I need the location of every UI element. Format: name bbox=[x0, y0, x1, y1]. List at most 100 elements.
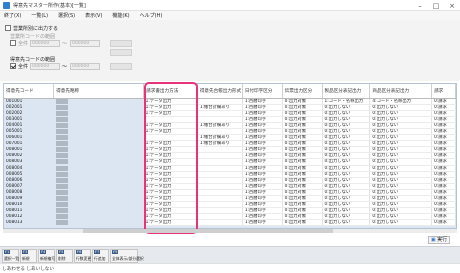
slip-output-cell[interactable]: 0:出力対象 bbox=[282, 219, 323, 227]
redacted-name bbox=[55, 189, 68, 195]
customer-code-cell[interactable]: 008013 bbox=[4, 219, 54, 226]
business-office-checkbox[interactable] bbox=[5, 25, 11, 31]
fkey-key-label: F6 bbox=[76, 250, 83, 254]
customer-all-checkbox[interactable] bbox=[10, 63, 16, 69]
redacted-name bbox=[55, 104, 68, 110]
fkey-f6[interactable]: F6 行数変更 bbox=[74, 249, 91, 263]
menu-help[interactable]: ヘルプ(H) bbox=[140, 12, 163, 19]
redacted-name bbox=[55, 165, 68, 171]
fkey-text: 行数変更 bbox=[76, 256, 92, 261]
office-search-button[interactable] bbox=[110, 40, 132, 47]
business-office-label: 営業所別に出力する bbox=[13, 26, 59, 32]
col-product-notation[interactable]: 製品区分表記出力 bbox=[322, 84, 371, 99]
menu-function[interactable]: 機能(K) bbox=[112, 12, 129, 19]
function-key-bar: F1 選択一覧 F3 新規 F4 新規複写 F5 削除 F6 行数変更 F7 行追加 F9 全体表示/部分… bbox=[0, 246, 460, 263]
run-button-label: 実行 bbox=[437, 237, 448, 243]
col-customer-code[interactable]: 得意先コード bbox=[4, 84, 55, 99]
grid-table: 得意先コード 得意先略称 請求書出力方法 得意先台帳出力形式 日付印字区分 伝票… bbox=[4, 84, 456, 227]
menu-select[interactable]: 選択(S) bbox=[58, 12, 75, 19]
fkey-f1[interactable]: F1 選択一覧 bbox=[2, 249, 19, 263]
redacted-name bbox=[55, 116, 68, 122]
customer-grid: 得意先コード 得意先略称 請求書出力方法 得意先台帳出力形式 日付印字区分 伝票… bbox=[3, 83, 457, 229]
office-to-field[interactable]: 000000 bbox=[70, 40, 100, 47]
office-all-label: 全件 bbox=[18, 41, 29, 47]
app-icon bbox=[3, 2, 10, 9]
ledger-format-cell[interactable] bbox=[197, 219, 243, 227]
title-bar: 得意先マスター所作(基本)[一覧] – □ × bbox=[0, 0, 460, 11]
close-icon[interactable]: × bbox=[444, 0, 460, 11]
fkey-text: 新規複写 bbox=[40, 256, 56, 261]
range-separator: ～ bbox=[62, 41, 68, 47]
filter-panel: 営業所別に出力する 営業所コードの範囲 全件 000000 ～ 000000 得… bbox=[0, 20, 460, 81]
redacted-name bbox=[55, 141, 68, 147]
menu-bar: 終了(X) 一覧(L) 選択(S) 表示(V) 機能(K) ヘルプ(H) bbox=[0, 11, 460, 20]
maximize-icon[interactable]: □ bbox=[428, 0, 444, 11]
fkey-f3[interactable]: F3 新規 bbox=[20, 249, 37, 263]
redacted-name bbox=[55, 208, 68, 214]
customer-name-cell[interactable] bbox=[53, 219, 144, 226]
fkey-key-label: F5 bbox=[58, 250, 65, 254]
col-ledger-format[interactable]: 得意先台帳出力形式 bbox=[197, 84, 243, 99]
customer-range-label: 得意先コードの範囲 bbox=[10, 57, 56, 63]
goods-notation-cell[interactable]: 0:出力しない bbox=[369, 219, 433, 227]
menu-list[interactable]: 一覧(L) bbox=[31, 12, 48, 19]
run-button[interactable]: ▣ 実行 bbox=[428, 236, 450, 244]
fkey-f4[interactable]: F4 新規複写 bbox=[38, 249, 55, 263]
fkey-text: 新規 bbox=[22, 256, 30, 261]
grid-header-row: 得意先コード 得意先略称 請求書出力方法 得意先台帳出力形式 日付印字区分 伝票… bbox=[4, 84, 456, 99]
highlight-frame bbox=[144, 82, 198, 234]
window-title: 得意先マスター所作(基本)[一覧] bbox=[13, 3, 86, 9]
col-customer-name[interactable]: 得意先略称 bbox=[53, 84, 145, 99]
date-print-cell[interactable]: 1:西暦印字 bbox=[242, 219, 283, 227]
fkey-text: 全体表示/部分選択 bbox=[112, 256, 144, 261]
run-icon: ▣ bbox=[430, 237, 436, 243]
redacted-name bbox=[55, 98, 68, 104]
fkey-key-label: F1 bbox=[4, 250, 11, 254]
customer-from-field[interactable]: 000000 bbox=[30, 63, 60, 70]
col-goods-notation[interactable]: 商品区分表記出力 bbox=[369, 84, 433, 99]
col-billing[interactable]: 請求 bbox=[431, 84, 456, 99]
horizontal-scrollbar[interactable] bbox=[3, 229, 457, 233]
office-from-field[interactable]: 000000 bbox=[30, 40, 60, 47]
menu-exit[interactable]: 終了(X) bbox=[4, 12, 21, 19]
range-separator: ～ bbox=[62, 64, 68, 70]
col-date-print[interactable]: 日付印字区分 bbox=[242, 84, 283, 99]
fkey-key-label: F9 bbox=[112, 250, 119, 254]
menu-view[interactable]: 表示(V) bbox=[85, 12, 102, 19]
office-all-checkbox[interactable] bbox=[10, 40, 16, 46]
table-row[interactable]: 008013 1:データ出力 1:西暦印字 0:出力対象 0:出力しない 0:出力しない 0… bbox=[4, 219, 456, 227]
fkey-f5[interactable]: F5 削除 bbox=[56, 249, 73, 263]
redacted-name bbox=[55, 171, 68, 177]
status-text: しあわせる しあいしない bbox=[2, 267, 54, 272]
customer-all-label: 全件 bbox=[18, 64, 29, 70]
redacted-name bbox=[55, 202, 68, 208]
status-bar: しあわせる しあいしない bbox=[0, 263, 460, 273]
col-slip-output[interactable]: 伝票出力区分 bbox=[282, 84, 323, 99]
redacted-name bbox=[55, 135, 68, 141]
redacted-name bbox=[55, 153, 68, 159]
product-notation-cell[interactable]: 1:コード・名称出力 bbox=[322, 98, 371, 105]
redacted-name bbox=[55, 177, 68, 183]
office-range-label: 営業所コードの範囲 bbox=[10, 34, 56, 40]
customer-to-field[interactable]: 000000 bbox=[70, 63, 100, 70]
redacted-name bbox=[55, 220, 68, 226]
office-search-button-2[interactable] bbox=[110, 49, 132, 56]
redacted-name bbox=[55, 110, 68, 116]
fkey-key-label: F7 bbox=[94, 250, 101, 254]
billing-cell[interactable]: 0:請求 bbox=[431, 219, 456, 227]
fkey-key-label: F4 bbox=[40, 250, 47, 254]
customer-search-button[interactable] bbox=[110, 63, 132, 70]
redacted-name bbox=[55, 196, 68, 202]
fkey-key-label: F3 bbox=[22, 250, 29, 254]
redacted-name bbox=[55, 159, 68, 165]
product-notation-cell[interactable]: 0:出力しない bbox=[322, 219, 371, 227]
scrollbar-thumb[interactable] bbox=[83, 229, 333, 233]
redacted-name bbox=[55, 122, 68, 128]
fkey-f7[interactable]: F7 行追加 bbox=[92, 249, 109, 263]
minimize-icon[interactable]: – bbox=[412, 0, 428, 11]
fkey-f9[interactable]: F9 全体表示/部分選択 bbox=[110, 249, 144, 263]
fkey-text: 行追加 bbox=[94, 256, 106, 261]
redacted-name bbox=[55, 214, 68, 220]
window-controls: – □ × bbox=[412, 0, 460, 11]
fkey-text: 削除 bbox=[58, 256, 66, 261]
